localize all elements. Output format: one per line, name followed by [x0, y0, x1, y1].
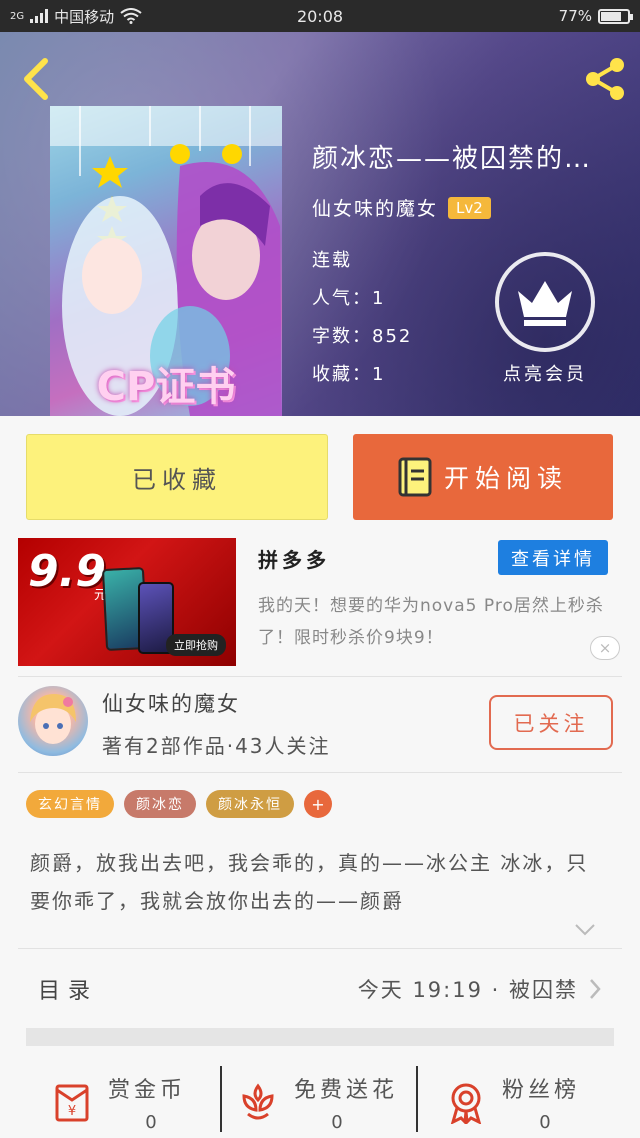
- collected-button[interactable]: 已收藏: [26, 434, 328, 520]
- add-tag-button[interactable]: +: [304, 790, 332, 818]
- toc-latest-chapter: 今天 19:19 · 被囚禁: [357, 978, 578, 1002]
- chevron-right-icon: [590, 979, 601, 999]
- book-header: CP证书 颜冰恋——被囚禁的… 仙女味的魔女 Lv2 连载 人气：1 字数：85…: [0, 32, 640, 416]
- follow-label: 已关注: [513, 711, 589, 736]
- book-title: 颜冰恋——被囚禁的…: [312, 144, 593, 174]
- book-favorites: 收藏：1: [312, 364, 386, 385]
- ad-image[interactable]: 9.9 元 立即抢购: [18, 538, 236, 666]
- divider: [18, 948, 622, 949]
- author-name[interactable]: 仙女味的魔女: [312, 194, 438, 221]
- ad-detail-label: 查看详情: [511, 548, 595, 570]
- toc-label: 目录: [38, 979, 99, 1004]
- level-badge: Lv2: [448, 196, 491, 219]
- book-summary: 颜爵，放我出去吧，我会乖的，真的——冰公主 冰冰，只要你乖了，我就会放你出去的—…: [30, 851, 589, 913]
- vip-button[interactable]: 点亮会员: [492, 252, 598, 386]
- bottom-action-row: ¥ 赏金币 0 免费送花 0 粉丝榜 0: [0, 1056, 640, 1138]
- book-cover[interactable]: CP证书: [50, 106, 282, 416]
- fan-ranking-count: 0: [539, 1112, 551, 1133]
- back-arrow-icon: [24, 58, 48, 100]
- collected-label: 已收藏: [132, 465, 222, 494]
- book-icon: [398, 457, 432, 497]
- svg-text:¥: ¥: [68, 1104, 76, 1119]
- ad-detail-button[interactable]: 查看详情: [498, 540, 608, 575]
- book-popularity: 人气：1: [312, 288, 386, 309]
- flower-icon: [242, 1083, 274, 1120]
- status-right: 77%: [558, 7, 633, 25]
- follow-button[interactable]: 已关注: [489, 695, 613, 750]
- battery-percent: 77%: [558, 7, 592, 25]
- status-left: 2G 中国移动: [10, 6, 142, 27]
- avatar-illustration: [30, 694, 76, 744]
- status-bar: 2G 中国移动 20:08 77%: [0, 0, 640, 32]
- share-button[interactable]: [580, 54, 630, 104]
- avatar[interactable]: [18, 686, 88, 756]
- tag-list: 玄幻言情 颜冰恋 颜冰永恒 +: [26, 790, 332, 818]
- fan-ranking-label: 粉丝榜: [502, 1078, 581, 1103]
- free-flowers-label: 免费送花: [294, 1078, 399, 1103]
- reward-coins-count: 0: [145, 1112, 157, 1133]
- author-row: 仙女味的魔女 Lv2: [312, 194, 491, 221]
- crown-circle: [495, 252, 595, 352]
- divider: [18, 676, 622, 677]
- signal-icon: [30, 9, 49, 23]
- wifi-icon: [120, 8, 142, 24]
- battery-fill: [601, 11, 622, 21]
- start-reading-label: 开始阅读: [443, 464, 568, 493]
- ad-description: 我的天！想要的华为nova5 Pro居然上秒杀了！限时秒杀价9块9！: [258, 596, 604, 648]
- start-reading-button[interactable]: 开始阅读: [353, 434, 613, 520]
- free-flowers-button[interactable]: 免费送花 0: [186, 1062, 394, 1138]
- table-of-contents-row[interactable]: 目录 今天 19:19 · 被囚禁: [18, 952, 622, 1026]
- vip-label: 点亮会员: [503, 364, 587, 385]
- book-status: 连载: [312, 250, 352, 271]
- ad-brand: 拼多多: [258, 548, 330, 572]
- ad-buy-label: 立即抢购: [166, 634, 226, 656]
- cover-title: CP证书: [96, 364, 236, 410]
- author-card-meta: 著有2部作品·43人关注: [102, 734, 331, 758]
- section-separator: [26, 1028, 614, 1046]
- carrier-name: 中国移动: [54, 7, 115, 26]
- reward-coins-label: 赏金币: [108, 1078, 187, 1103]
- free-flowers-count: 0: [331, 1112, 343, 1133]
- battery-icon: [598, 8, 633, 24]
- crown-icon: [518, 281, 572, 326]
- medal-icon: [450, 1083, 482, 1124]
- red-envelope-icon: ¥: [55, 1084, 89, 1122]
- back-button[interactable]: [14, 54, 58, 104]
- reward-coins-button[interactable]: ¥ 赏金币 0: [0, 1062, 200, 1138]
- share-icon: [586, 58, 624, 100]
- chevron-down-icon[interactable]: [574, 922, 596, 938]
- author-card-name[interactable]: 仙女味的魔女: [102, 688, 240, 718]
- tag[interactable]: 颜冰恋: [124, 790, 196, 818]
- tag[interactable]: 颜冰永恒: [206, 790, 294, 818]
- divider: [18, 772, 622, 773]
- ad-close-button[interactable]: ×: [590, 636, 620, 660]
- fan-ranking-button[interactable]: 粉丝榜 0: [394, 1062, 594, 1138]
- network-type: 2G: [10, 10, 25, 22]
- tag[interactable]: 玄幻言情: [26, 790, 114, 818]
- close-icon: ×: [598, 639, 612, 657]
- book-word-count: 字数：852: [312, 326, 413, 347]
